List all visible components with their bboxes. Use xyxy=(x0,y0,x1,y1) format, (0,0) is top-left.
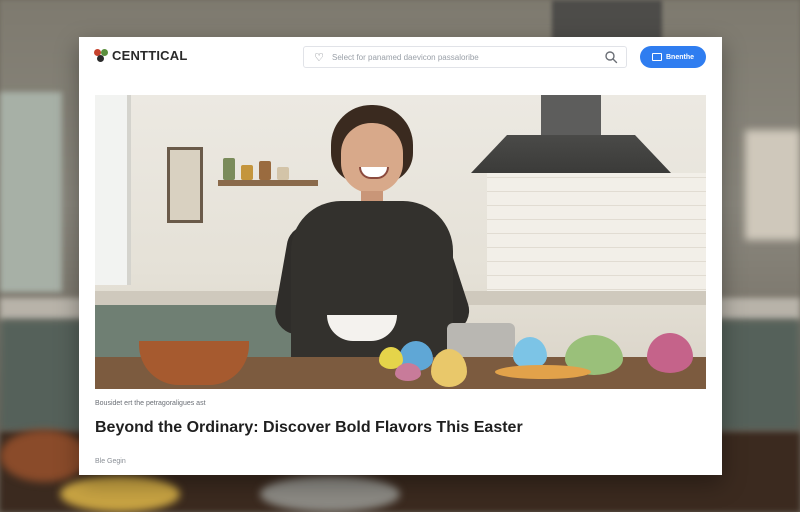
brand-name: CENTTICAL xyxy=(112,48,188,63)
background-dish xyxy=(60,476,180,512)
background-dish xyxy=(0,430,88,482)
search-placeholder: Select for panamed daevicon passaloribe xyxy=(332,52,479,62)
article-byline[interactable]: Ble Gegin xyxy=(95,458,295,465)
hero-window xyxy=(95,95,131,285)
hero-plate-snacks xyxy=(495,365,591,379)
hero-range-hood xyxy=(471,95,671,173)
hero-jar xyxy=(241,165,253,180)
background-dish xyxy=(260,476,400,512)
hero-egg xyxy=(431,349,467,387)
article-card: CENTTICAL ♡ Select for panamed daevicon … xyxy=(79,37,722,475)
primary-cta-button[interactable]: Bnenthe xyxy=(640,46,706,68)
hero-backsplash xyxy=(487,173,706,303)
hero-person xyxy=(271,105,475,389)
brand[interactable]: CENTTICAL xyxy=(94,48,187,63)
background-window xyxy=(0,92,62,292)
three-dots-logo-icon xyxy=(94,48,108,63)
hero-wall-frame xyxy=(167,147,203,223)
top-bar: CENTTICAL ♡ Select for panamed daevicon … xyxy=(79,37,722,79)
hero-image[interactable] xyxy=(95,95,706,389)
search-input[interactable]: ♡ Select for panamed daevicon passalorib… xyxy=(303,46,627,68)
heart-icon: ♡ xyxy=(314,51,324,64)
article-headline[interactable]: Beyond the Ordinary: Discover Bold Flavo… xyxy=(95,418,706,438)
hero-egg xyxy=(395,363,421,381)
background-cabinet-right xyxy=(745,130,800,240)
hero-jar xyxy=(223,158,235,180)
card-icon xyxy=(652,53,662,61)
hero-egg xyxy=(647,333,693,373)
primary-cta-label: Bnenthe xyxy=(666,53,694,61)
article-kicker: Bousidet ert the petragoraligues ast xyxy=(95,400,206,407)
hero-jar xyxy=(259,161,271,180)
search-icon[interactable] xyxy=(604,50,618,64)
